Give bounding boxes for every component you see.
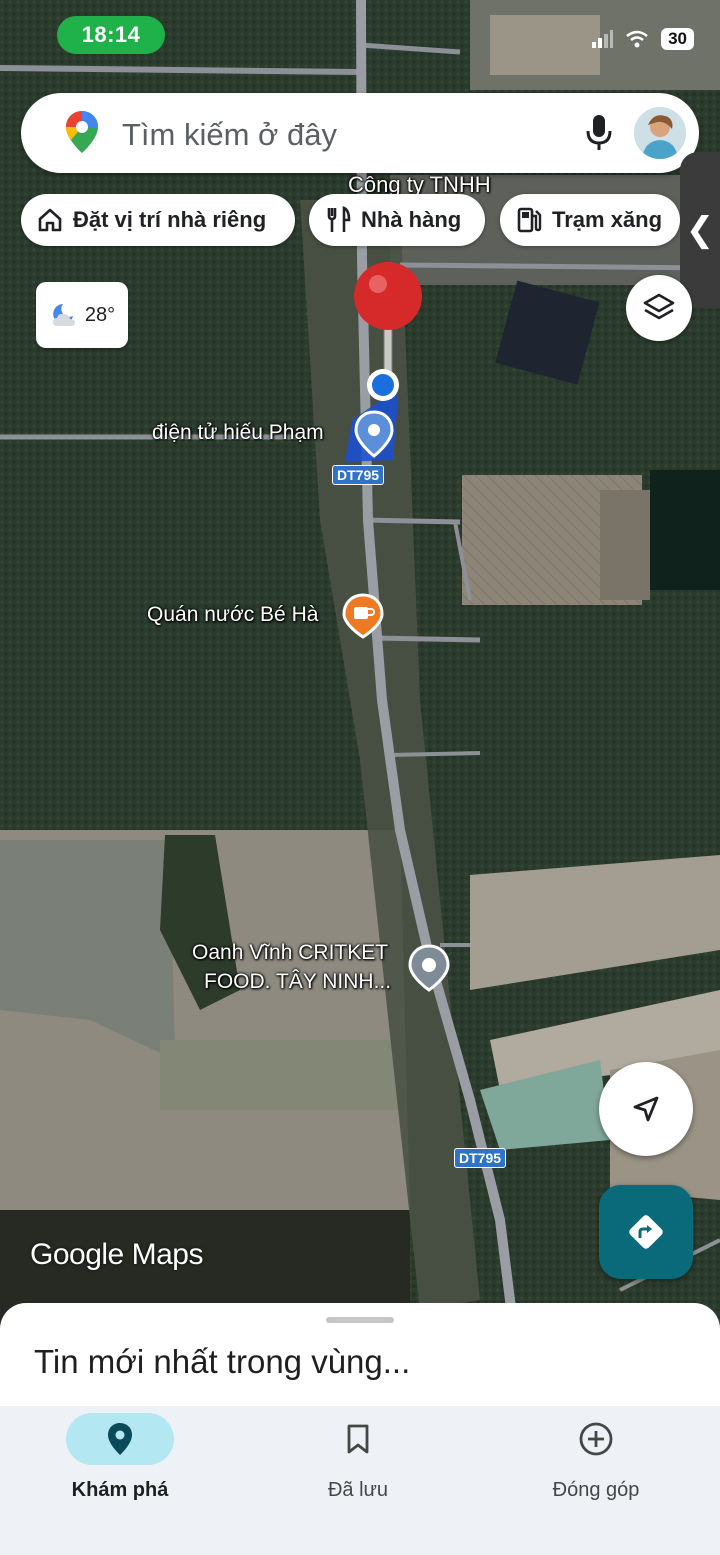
watermark-google: Google [30, 1238, 124, 1271]
place-marker-icon[interactable] [408, 944, 450, 992]
chip-label: Đặt vị trí nhà riêng [73, 207, 267, 232]
nav-item-saved[interactable]: Đã lưu [258, 1406, 458, 1516]
chip-restaurants[interactable]: Nhà hàng [309, 194, 485, 246]
explore-pin-icon [108, 1423, 132, 1455]
nav-pill [542, 1413, 650, 1465]
place-label-1[interactable]: điện tử hiếu Phạm [152, 421, 324, 445]
avatar[interactable] [634, 107, 686, 159]
nav-pill [304, 1413, 412, 1465]
sheet-title: Tin mới nhất trong vùng... [34, 1343, 411, 1380]
nav-label: Đã lưu [327, 1479, 389, 1501]
google-maps-watermark: Google Maps [30, 1238, 203, 1272]
road-shield: DT795 [454, 1148, 507, 1168]
status-time: 18:14 [57, 16, 165, 54]
status-icons: 30 [591, 26, 694, 52]
directions-button[interactable] [599, 1185, 693, 1279]
restaurant-icon [325, 206, 351, 234]
chip-label: Trạm xăng [552, 207, 663, 232]
my-location-button[interactable] [599, 1062, 693, 1156]
nav-label: Đóng góp [552, 1479, 640, 1501]
chip-label: Nhà hàng [361, 207, 462, 232]
wifi-icon [626, 30, 648, 48]
weather-widget[interactable]: 28° [36, 282, 128, 348]
place-label-3b[interactable]: FOOD. TÂY NINH... [204, 970, 391, 994]
microphone-icon[interactable] [585, 113, 613, 153]
bottom-sheet[interactable]: Tin mới nhất trong vùng... [0, 1303, 720, 1413]
layers-icon [643, 293, 675, 320]
chevron-left-icon: ❮ [685, 211, 715, 249]
nav-label: Khám phá [71, 1479, 169, 1501]
battery-level: 30 [661, 28, 694, 50]
chip-gas-stations[interactable]: Trạm xăng [500, 194, 680, 246]
my-location-dot-icon [367, 369, 399, 401]
cafe-marker-icon[interactable] [342, 593, 384, 639]
place-label-3a[interactable]: Oanh Vĩnh CRITKET [192, 941, 388, 965]
bookmark-icon [347, 1424, 369, 1454]
navigation-arrow-icon [633, 1096, 659, 1122]
night-cloud-icon [52, 304, 75, 326]
watermark-maps: Maps [131, 1238, 204, 1271]
google-maps-logo-icon [66, 111, 98, 153]
side-panel-tab[interactable]: ❮ [680, 152, 720, 308]
gas-station-icon [516, 206, 542, 234]
profile-photo-icon [634, 107, 686, 159]
search-bar[interactable]: Tìm kiếm ở đây [21, 93, 699, 173]
directions-icon [629, 1215, 663, 1249]
search-input[interactable]: Tìm kiếm ở đây [122, 117, 337, 153]
sheet-drag-handle[interactable] [326, 1317, 394, 1323]
nav-item-contribute[interactable]: Đóng góp [496, 1406, 696, 1516]
place-label-2[interactable]: Quán nước Bé Hà [147, 603, 318, 627]
temperature: 28° [84, 303, 116, 326]
place-marker-icon[interactable] [354, 410, 394, 458]
signal-icon [592, 30, 614, 48]
road-shield: DT795 [332, 465, 385, 485]
nav-pill [66, 1413, 174, 1465]
chip-set-home[interactable]: Đặt vị trí nhà riêng [21, 194, 295, 246]
add-circle-icon [579, 1422, 613, 1456]
home-icon [37, 207, 63, 233]
bottom-navigation: Khám phá Đã lưu Đóng góp [0, 1406, 720, 1555]
nav-item-explore[interactable]: Khám phá [20, 1406, 220, 1516]
layers-button[interactable] [626, 275, 692, 341]
